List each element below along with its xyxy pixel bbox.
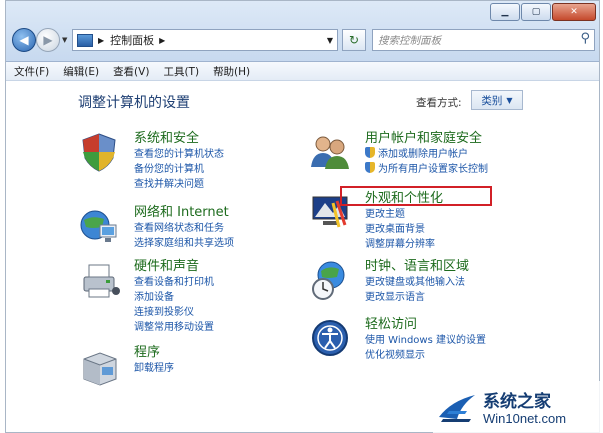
- users-icon: [311, 136, 349, 169]
- link-change-background[interactable]: 更改桌面背景: [365, 222, 545, 237]
- link-change-theme[interactable]: 更改主题: [365, 207, 545, 222]
- menu-tools[interactable]: 工具(T): [163, 64, 199, 79]
- view-by-label: 查看方式:: [416, 97, 462, 109]
- chevron-right-icon[interactable]: ▶: [159, 36, 165, 45]
- address-bar[interactable]: ▶ 控制面板 ▶ ▼: [72, 29, 338, 51]
- chevron-right-icon[interactable]: ▶: [98, 36, 104, 45]
- breadcrumb-control-panel[interactable]: 控制面板: [110, 32, 154, 48]
- control-panel-icon: [77, 33, 93, 47]
- menu-bar: 文件(F) 编辑(E) 查看(V) 工具(T) 帮助(H): [6, 62, 599, 81]
- address-dropdown-icon[interactable]: ▼: [327, 36, 333, 45]
- category-title[interactable]: 轻松访问: [365, 317, 545, 333]
- forward-button[interactable]: ▶: [36, 28, 60, 52]
- category-title[interactable]: 用户帐户和家庭安全: [365, 131, 545, 147]
- link-recommended-settings[interactable]: 使用 Windows 建议的设置: [365, 333, 545, 348]
- navigation-bar: ◀ ▶ ▼ ▶ 控制面板 ▶ ▼ ↻ 搜索控制面板 ⚲: [10, 27, 595, 53]
- recent-pages-dropdown[interactable]: ▼: [62, 36, 67, 44]
- caption-buttons: ▁ ▢ ✕: [490, 3, 596, 21]
- menu-view[interactable]: 查看(V): [113, 64, 149, 79]
- windows-logo-icon: [439, 395, 475, 422]
- back-button[interactable]: ◀: [12, 28, 36, 52]
- menu-file[interactable]: 文件(F): [14, 64, 49, 79]
- close-button[interactable]: ✕: [552, 3, 596, 21]
- page-title: 调整计算机的设置: [78, 95, 190, 111]
- category-title[interactable]: 硬件和声音: [134, 259, 314, 275]
- view-by-value: 类别: [481, 94, 503, 107]
- link-label: 为所有用户设置家长控制: [378, 164, 488, 175]
- link-uninstall-program[interactable]: 卸载程序: [134, 361, 314, 376]
- category-title[interactable]: 系统和安全: [134, 131, 314, 147]
- watermark: 系统之家 Win10net.com: [433, 381, 603, 433]
- ease-of-access-icon: [312, 320, 348, 356]
- menu-edit[interactable]: 编辑(E): [63, 64, 99, 79]
- link-add-device[interactable]: 添加设备: [134, 290, 314, 305]
- link-connect-projector[interactable]: 连接到投影仪: [134, 305, 314, 320]
- link-change-display-language[interactable]: 更改显示语言: [365, 290, 545, 305]
- link-add-remove-accounts[interactable]: 添加或删除用户帐户: [365, 147, 545, 162]
- content-pane: 调整计算机的设置 查看方式: 类别 ▼ 系统和安全 查看您的计算机状态 备份您的…: [6, 81, 599, 432]
- category-title[interactable]: 网络和 Internet: [134, 205, 314, 221]
- category-title[interactable]: 时钟、语言和区域: [365, 259, 545, 275]
- link-devices-printers[interactable]: 查看设备和打印机: [134, 275, 314, 290]
- link-screen-resolution[interactable]: 调整屏幕分辨率: [365, 237, 545, 252]
- search-input[interactable]: 搜索控制面板: [378, 33, 441, 48]
- watermark-url: Win10net.com: [483, 411, 567, 426]
- network-globe-icon: [80, 210, 117, 242]
- maximize-button[interactable]: ▢: [521, 3, 551, 21]
- link-view-computer-status[interactable]: 查看您的计算机状态: [134, 147, 314, 162]
- search-box[interactable]: 搜索控制面板 ⚲: [372, 29, 595, 51]
- chevron-down-icon: ▼: [506, 95, 513, 105]
- highlight-box: [340, 186, 492, 206]
- refresh-button[interactable]: ↻: [342, 29, 366, 51]
- link-parental-controls[interactable]: 为所有用户设置家长控制: [365, 162, 545, 177]
- system-security-shield-icon: [82, 133, 116, 172]
- watermark-name: 系统之家: [483, 392, 551, 412]
- printer-icon: [83, 264, 120, 298]
- minimize-button[interactable]: ▁: [490, 3, 520, 21]
- link-backup-computer[interactable]: 备份您的计算机: [134, 162, 314, 177]
- programs-box-icon: [83, 352, 117, 386]
- uac-shield-icon: [365, 162, 375, 173]
- link-optimize-video[interactable]: 优化视频显示: [365, 348, 545, 363]
- link-change-input-method[interactable]: 更改键盘或其他输入法: [365, 275, 545, 290]
- category-title[interactable]: 程序: [134, 345, 314, 361]
- search-icon[interactable]: ⚲: [580, 31, 590, 46]
- link-troubleshoot[interactable]: 查找并解决问题: [134, 177, 314, 192]
- view-by-dropdown[interactable]: 类别 ▼: [471, 90, 523, 110]
- link-label: 添加或删除用户帐户: [378, 149, 468, 160]
- link-network-status[interactable]: 查看网络状态和任务: [134, 221, 314, 236]
- uac-shield-icon: [365, 147, 375, 158]
- menu-help[interactable]: 帮助(H): [213, 64, 250, 79]
- window-chrome: ▁ ▢ ✕ ◀ ▶ ▼ ▶ 控制面板 ▶ ▼ ↻ 搜索控制面板 ⚲: [6, 1, 599, 62]
- control-panel-window: ▁ ▢ ✕ ◀ ▶ ▼ ▶ 控制面板 ▶ ▼ ↻ 搜索控制面板 ⚲ 文件(F) …: [5, 0, 600, 433]
- clock-globe-icon: [312, 261, 345, 300]
- link-homegroup-sharing[interactable]: 选择家庭组和共享选项: [134, 236, 314, 251]
- link-mobility-settings[interactable]: 调整常用移动设置: [134, 320, 314, 335]
